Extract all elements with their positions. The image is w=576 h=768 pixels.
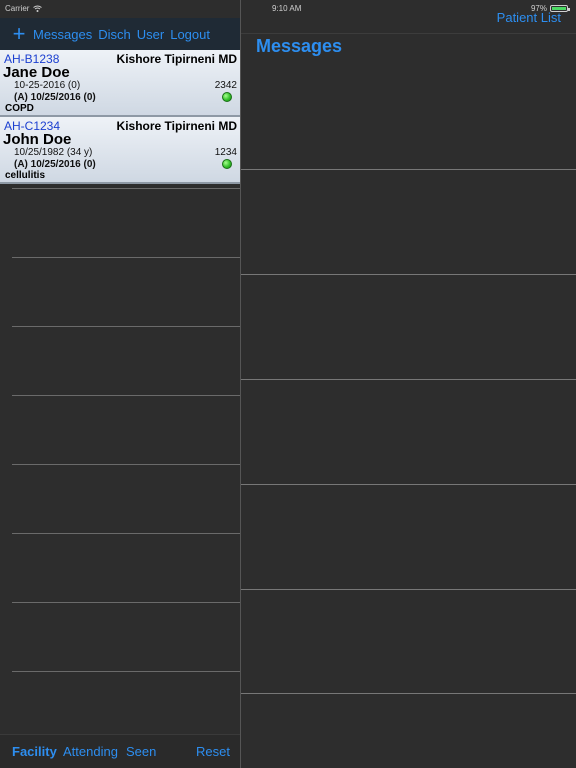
admit-date: (A) 10/25/2016 (0): [14, 92, 96, 103]
patient-row[interactable]: AH-C1234 Kishore Tipirneni MD John Doe 1…: [0, 117, 240, 184]
disch-button[interactable]: Disch: [98, 27, 131, 42]
row-separator: [12, 602, 240, 603]
patient-name: John Doe: [3, 131, 72, 148]
diagnosis: cellulitis: [5, 170, 46, 181]
page-title: Messages: [256, 36, 343, 56]
wifi-icon: [33, 5, 43, 12]
attending-filter-button[interactable]: Attending: [63, 744, 118, 759]
row-separator: [241, 484, 576, 485]
status-dot-icon: [222, 159, 232, 169]
patient-dob: 10-25-2016 (0): [14, 80, 81, 91]
patient-name: Jane Doe: [3, 64, 70, 81]
header-divider: [241, 33, 576, 34]
battery-percent: 97%: [530, 4, 547, 13]
patient-number: 2342: [214, 80, 237, 91]
admit-date: (A) 10/25/2016 (0): [14, 159, 96, 170]
patient-list-pane: + Messages Disch User Logout AH-B1238 Ki…: [0, 0, 240, 768]
app-window: + Messages Disch User Logout AH-B1238 Ki…: [0, 0, 576, 768]
user-button[interactable]: User: [137, 27, 164, 42]
row-separator: [12, 326, 240, 327]
logout-button[interactable]: Logout: [170, 27, 210, 42]
status-bar: Carrier 9:10 AM 97%: [0, 0, 576, 18]
patient-number: 1234: [214, 147, 237, 158]
carrier-label: Carrier: [5, 4, 30, 13]
row-separator: [241, 169, 576, 170]
row-separator: [12, 188, 240, 189]
battery-icon: [550, 5, 570, 12]
facility-filter-button[interactable]: Facility: [12, 744, 57, 759]
messages-button[interactable]: Messages: [33, 27, 92, 42]
clock: 9:10 AM: [272, 4, 302, 13]
patient-row[interactable]: AH-B1238 Kishore Tipirneni MD Jane Doe 1…: [0, 50, 240, 117]
row-separator: [241, 693, 576, 694]
row-separator: [12, 671, 240, 672]
filter-toolbar: Facility Attending Seen Reset: [0, 734, 240, 768]
patient-list: AH-B1238 Kishore Tipirneni MD Jane Doe 1…: [0, 50, 240, 184]
plus-icon[interactable]: +: [10, 23, 28, 45]
messages-pane: Patient List Messages: [241, 0, 576, 768]
row-separator: [241, 379, 576, 380]
left-navigation-bar: + Messages Disch User Logout: [0, 18, 240, 50]
row-separator: [12, 257, 240, 258]
row-separator: [12, 464, 240, 465]
seen-filter-button[interactable]: Seen: [126, 744, 156, 759]
reset-button[interactable]: Reset: [196, 744, 230, 759]
patient-dob: 10/25/1982 (34 y): [14, 147, 93, 158]
row-separator: [241, 274, 576, 275]
row-separator: [12, 395, 240, 396]
row-separator: [241, 589, 576, 590]
row-separator: [12, 533, 240, 534]
attending-doctor: Kishore Tipirneni MD: [116, 52, 237, 66]
diagnosis: COPD: [5, 103, 34, 114]
attending-doctor: Kishore Tipirneni MD: [116, 119, 237, 133]
status-dot-icon: [222, 92, 232, 102]
